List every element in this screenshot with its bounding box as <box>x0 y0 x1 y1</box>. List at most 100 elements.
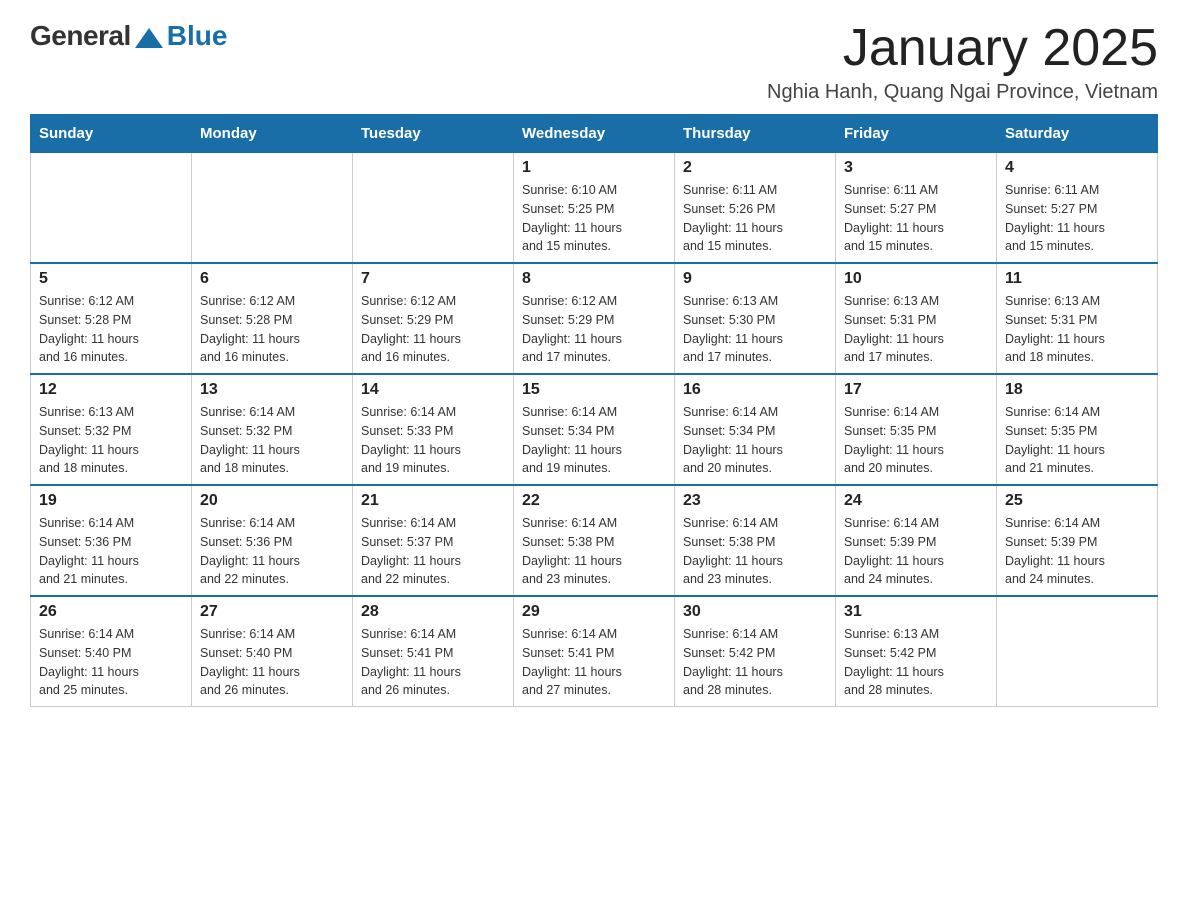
day-number: 10 <box>844 270 988 288</box>
calendar-cell: 26Sunrise: 6:14 AM Sunset: 5:40 PM Dayli… <box>31 596 192 707</box>
month-title: January 2025 <box>767 20 1158 77</box>
day-of-week-header: Wednesday <box>514 115 675 153</box>
calendar-header-row: SundayMondayTuesdayWednesdayThursdayFrid… <box>31 115 1158 153</box>
calendar-cell: 24 Sunrise: 6:14 AM Sunset: 5:39 PM Dayli… <box>836 485 997 596</box>
day-number: 7 <box>361 270 505 288</box>
day-number: 23 <box>683 492 827 510</box>
calendar-week-row: 26Sunrise: 6:14 AM Sunset: 5:40 PM Dayli… <box>31 596 1158 707</box>
day-info: Sunrise: 6:12 AM Sunset: 5:29 PM Dayligh… <box>361 292 505 367</box>
calendar-cell: 9 Sunrise: 6:13 AM Sunset: 5:30 PM Daylig… <box>675 263 836 374</box>
day-of-week-header: Friday <box>836 115 997 153</box>
day-number: 8 <box>522 270 666 288</box>
calendar-cell: 11 Sunrise: 6:13 AM Sunset: 5:31 PM Dayli… <box>997 263 1158 374</box>
calendar-cell: 21Sunrise: 6:14 AM Sunset: 5:37 PM Dayli… <box>353 485 514 596</box>
day-info: Sunrise: 6:14 AM Sunset: 5:38 PM Dayligh… <box>522 514 666 589</box>
day-number: 31 <box>844 603 988 621</box>
logo: General Blue <box>30 20 227 52</box>
day-info: Sunrise: 6:14 AM Sunset: 5:40 PM Dayligh… <box>39 625 183 700</box>
day-info: Sunrise: 6:10 AM Sunset: 5:25 PM Dayligh… <box>522 181 666 256</box>
day-number: 9 <box>683 270 827 288</box>
day-info: Sunrise: 6:13 AM Sunset: 5:42 PM Dayligh… <box>844 625 988 700</box>
calendar-week-row: 19Sunrise: 6:14 AM Sunset: 5:36 PM Dayli… <box>31 485 1158 596</box>
day-info: Sunrise: 6:13 AM Sunset: 5:32 PM Dayligh… <box>39 403 183 478</box>
day-info: Sunrise: 6:14 AM Sunset: 5:35 PM Dayligh… <box>1005 403 1149 478</box>
day-number: 28 <box>361 603 505 621</box>
calendar-cell: 14Sunrise: 6:14 AM Sunset: 5:33 PM Dayli… <box>353 374 514 485</box>
calendar-cell: 13 Sunrise: 6:14 AM Sunset: 5:32 PM Dayli… <box>192 374 353 485</box>
day-info: Sunrise: 6:13 AM Sunset: 5:31 PM Dayligh… <box>1005 292 1149 367</box>
location-text: Nghia Hanh, Quang Ngai Province, Vietnam <box>767 81 1158 104</box>
calendar-cell: 5 Sunrise: 6:12 AM Sunset: 5:28 PM Daylig… <box>31 263 192 374</box>
calendar-cell: 16 Sunrise: 6:14 AM Sunset: 5:34 PM Dayli… <box>675 374 836 485</box>
day-info: Sunrise: 6:11 AM Sunset: 5:26 PM Dayligh… <box>683 181 827 256</box>
day-info: Sunrise: 6:13 AM Sunset: 5:31 PM Dayligh… <box>844 292 988 367</box>
day-info: Sunrise: 6:14 AM Sunset: 5:32 PM Dayligh… <box>200 403 344 478</box>
calendar-cell: 2 Sunrise: 6:11 AM Sunset: 5:26 PM Daylig… <box>675 153 836 264</box>
day-info: Sunrise: 6:14 AM Sunset: 5:40 PM Dayligh… <box>200 625 344 700</box>
calendar-cell <box>997 596 1158 707</box>
day-info: Sunrise: 6:14 AM Sunset: 5:41 PM Dayligh… <box>522 625 666 700</box>
day-number: 18 <box>1005 381 1149 399</box>
calendar-cell: 31 Sunrise: 6:13 AM Sunset: 5:42 PM Dayli… <box>836 596 997 707</box>
day-info: Sunrise: 6:14 AM Sunset: 5:34 PM Dayligh… <box>683 403 827 478</box>
calendar-cell: 3 Sunrise: 6:11 AM Sunset: 5:27 PM Daylig… <box>836 153 997 264</box>
day-info: Sunrise: 6:11 AM Sunset: 5:27 PM Dayligh… <box>1005 181 1149 256</box>
calendar-cell: 30 Sunrise: 6:14 AM Sunset: 5:42 PM Dayli… <box>675 596 836 707</box>
day-info: Sunrise: 6:13 AM Sunset: 5:30 PM Dayligh… <box>683 292 827 367</box>
calendar-cell: 22 Sunrise: 6:14 AM Sunset: 5:38 PM Dayli… <box>514 485 675 596</box>
day-number: 12 <box>39 381 183 399</box>
day-number: 11 <box>1005 270 1149 288</box>
day-info: Sunrise: 6:11 AM Sunset: 5:27 PM Dayligh… <box>844 181 988 256</box>
page-header: General Blue January 2025 Nghia Hanh, Qu… <box>30 20 1158 104</box>
calendar-cell <box>353 153 514 264</box>
logo-triangle-icon <box>135 28 163 48</box>
day-of-week-header: Tuesday <box>353 115 514 153</box>
day-number: 30 <box>683 603 827 621</box>
day-of-week-header: Sunday <box>31 115 192 153</box>
calendar-week-row: 12 Sunrise: 6:13 AM Sunset: 5:32 PM Dayli… <box>31 374 1158 485</box>
logo-blue-text: Blue <box>167 20 228 52</box>
calendar-cell: 27 Sunrise: 6:14 AM Sunset: 5:40 PM Dayli… <box>192 596 353 707</box>
calendar-cell: 18 Sunrise: 6:14 AM Sunset: 5:35 PM Dayli… <box>997 374 1158 485</box>
day-info: Sunrise: 6:14 AM Sunset: 5:42 PM Dayligh… <box>683 625 827 700</box>
day-number: 15 <box>522 381 666 399</box>
day-number: 2 <box>683 159 827 177</box>
title-block: January 2025 Nghia Hanh, Quang Ngai Prov… <box>767 20 1158 104</box>
day-info: Sunrise: 6:12 AM Sunset: 5:29 PM Dayligh… <box>522 292 666 367</box>
day-number: 5 <box>39 270 183 288</box>
day-info: Sunrise: 6:14 AM Sunset: 5:41 PM Dayligh… <box>361 625 505 700</box>
calendar-cell: 17 Sunrise: 6:14 AM Sunset: 5:35 PM Dayli… <box>836 374 997 485</box>
day-number: 1 <box>522 159 666 177</box>
calendar-cell: 23 Sunrise: 6:14 AM Sunset: 5:38 PM Dayli… <box>675 485 836 596</box>
calendar-cell: 1 Sunrise: 6:10 AM Sunset: 5:25 PM Daylig… <box>514 153 675 264</box>
day-number: 22 <box>522 492 666 510</box>
day-of-week-header: Monday <box>192 115 353 153</box>
day-number: 13 <box>200 381 344 399</box>
day-number: 20 <box>200 492 344 510</box>
day-info: Sunrise: 6:12 AM Sunset: 5:28 PM Dayligh… <box>200 292 344 367</box>
calendar-cell <box>31 153 192 264</box>
day-info: Sunrise: 6:14 AM Sunset: 5:34 PM Dayligh… <box>522 403 666 478</box>
calendar-cell: 8 Sunrise: 6:12 AM Sunset: 5:29 PM Daylig… <box>514 263 675 374</box>
day-number: 24 <box>844 492 988 510</box>
day-of-week-header: Thursday <box>675 115 836 153</box>
logo-general-text: General <box>30 20 131 52</box>
calendar-cell: 20Sunrise: 6:14 AM Sunset: 5:36 PM Dayli… <box>192 485 353 596</box>
day-info: Sunrise: 6:14 AM Sunset: 5:35 PM Dayligh… <box>844 403 988 478</box>
calendar-week-row: 1 Sunrise: 6:10 AM Sunset: 5:25 PM Daylig… <box>31 153 1158 264</box>
day-number: 17 <box>844 381 988 399</box>
calendar-cell <box>192 153 353 264</box>
day-number: 29 <box>522 603 666 621</box>
calendar-cell: 10 Sunrise: 6:13 AM Sunset: 5:31 PM Dayli… <box>836 263 997 374</box>
day-number: 3 <box>844 159 988 177</box>
day-info: Sunrise: 6:14 AM Sunset: 5:37 PM Dayligh… <box>361 514 505 589</box>
calendar-table: SundayMondayTuesdayWednesdayThursdayFrid… <box>30 114 1158 707</box>
day-number: 27 <box>200 603 344 621</box>
day-info: Sunrise: 6:14 AM Sunset: 5:38 PM Dayligh… <box>683 514 827 589</box>
day-info: Sunrise: 6:14 AM Sunset: 5:33 PM Dayligh… <box>361 403 505 478</box>
day-info: Sunrise: 6:14 AM Sunset: 5:39 PM Dayligh… <box>844 514 988 589</box>
day-number: 6 <box>200 270 344 288</box>
calendar-cell: 7 Sunrise: 6:12 AM Sunset: 5:29 PM Daylig… <box>353 263 514 374</box>
day-number: 16 <box>683 381 827 399</box>
day-info: Sunrise: 6:12 AM Sunset: 5:28 PM Dayligh… <box>39 292 183 367</box>
